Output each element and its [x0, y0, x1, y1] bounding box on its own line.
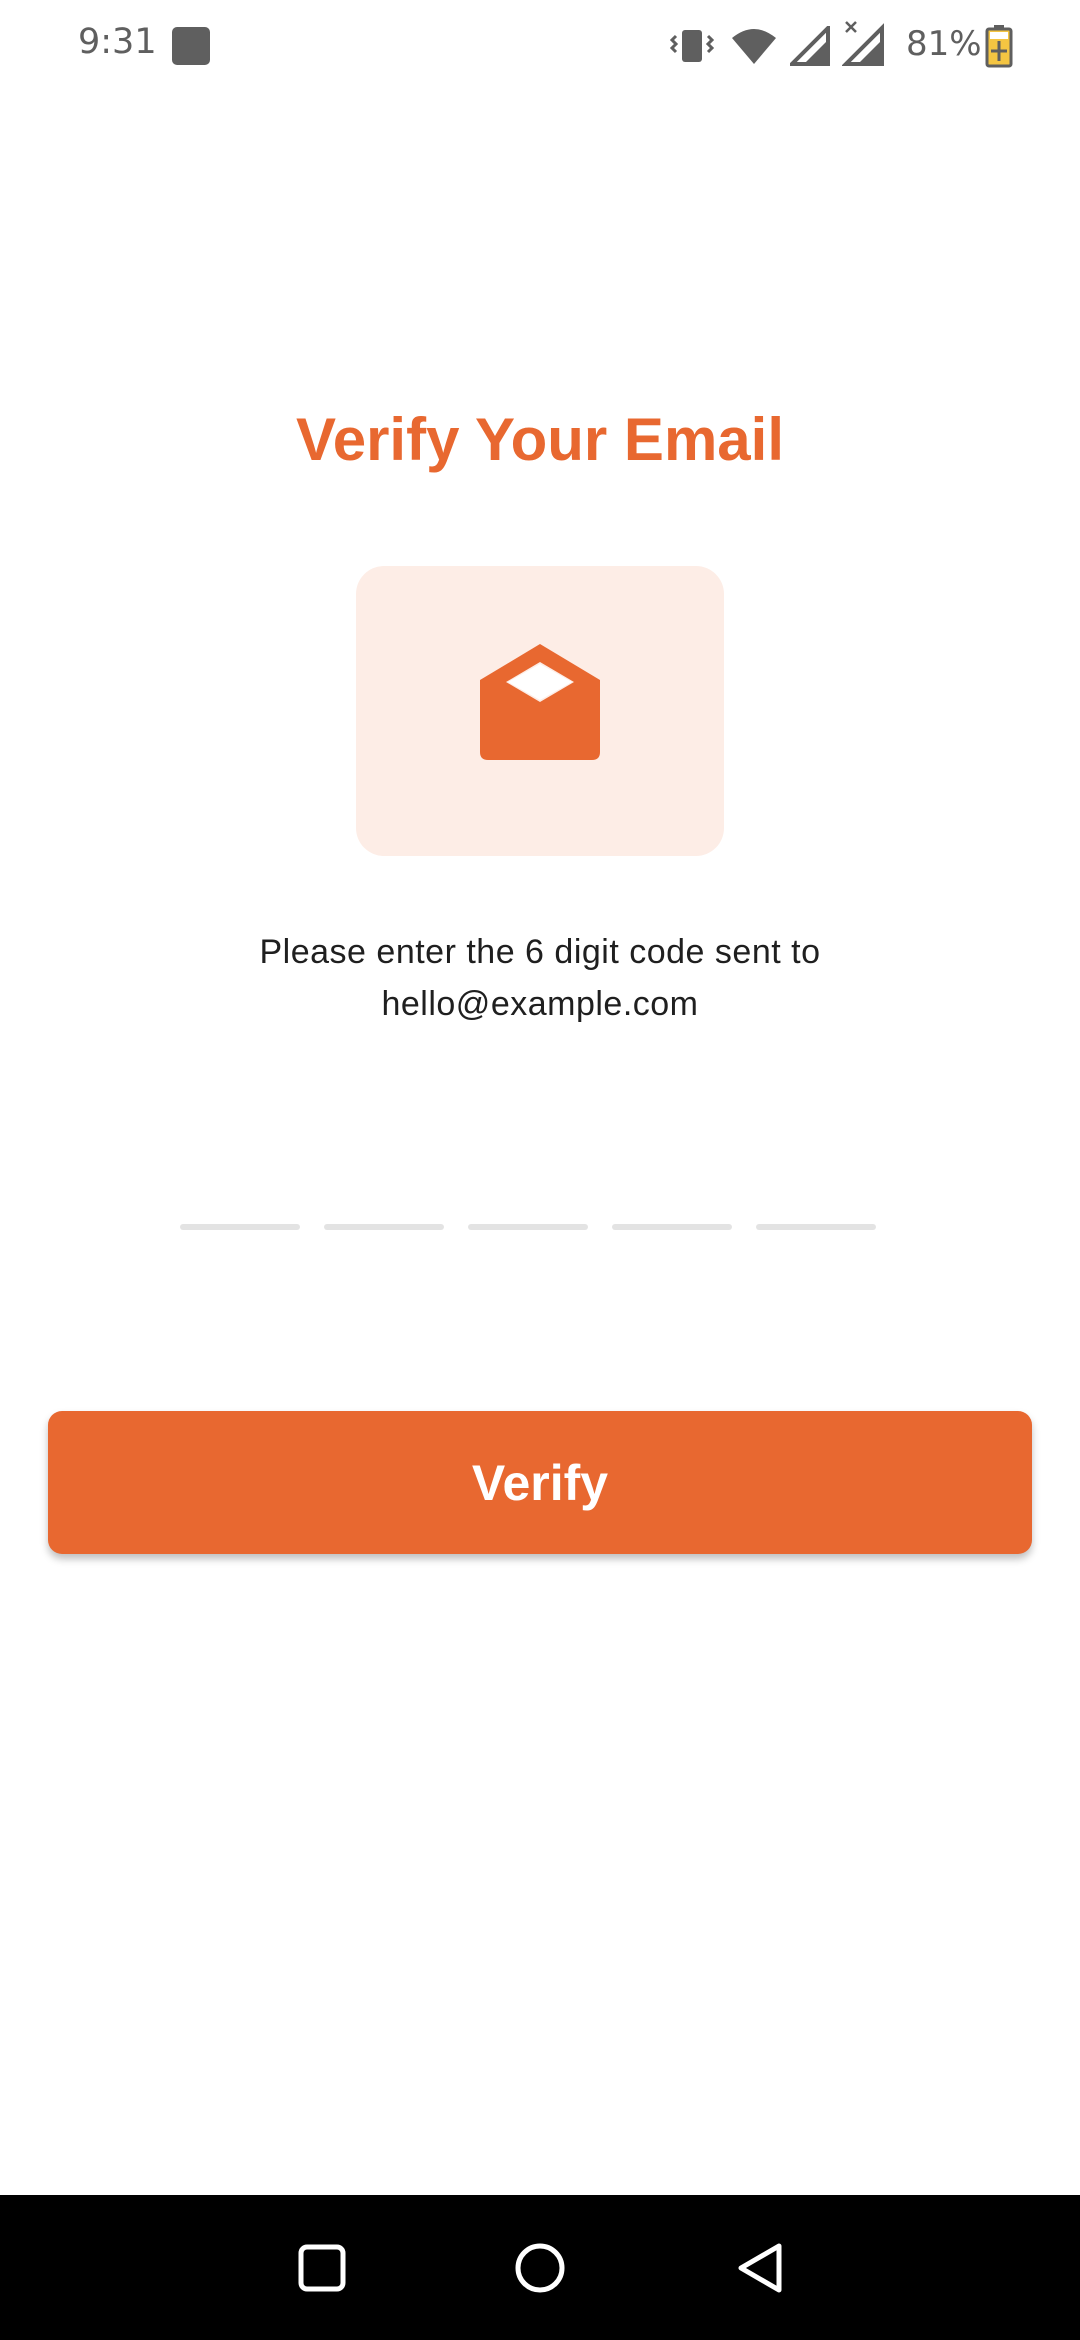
page-title: Verify Your Email [296, 406, 784, 473]
back-button[interactable] [690, 2195, 830, 2340]
signal-icon [790, 26, 830, 66]
system-nav-bar [0, 2195, 1080, 2340]
battery-percent: 81% [906, 24, 982, 64]
verify-button[interactable]: Verify [48, 1411, 1032, 1554]
app-notification-icon [172, 27, 210, 65]
wifi-icon [732, 29, 776, 64]
instruction-text: Please enter the 6 digit code sent to he… [0, 926, 1080, 1030]
back-triangle-icon [738, 2243, 782, 2292]
vibrate-icon [670, 30, 714, 62]
status-bar: 9:31 81% [0, 0, 1080, 92]
code-input-row [0, 1224, 1080, 1232]
code-digit-slot-4[interactable] [612, 1224, 732, 1230]
signal-no-data-icon [842, 21, 884, 66]
instruction-line: Please enter the 6 digit code sent to [259, 933, 821, 971]
recents-button[interactable] [252, 2195, 392, 2340]
status-time: 9:31 [78, 22, 157, 62]
home-circle-icon [515, 2243, 565, 2292]
battery-charging-icon [985, 25, 1013, 68]
email-illustration-tile [356, 566, 724, 856]
recents-square-icon [298, 2244, 346, 2291]
open-envelope-icon [480, 644, 600, 760]
code-digit-slot-5[interactable] [756, 1224, 876, 1230]
home-button[interactable] [470, 2195, 610, 2340]
code-digit-slot-3[interactable] [468, 1224, 588, 1230]
code-digit-slot-2[interactable] [324, 1224, 444, 1230]
code-digit-slot-1[interactable] [180, 1224, 300, 1230]
email-address: hello@example.com [381, 985, 699, 1023]
